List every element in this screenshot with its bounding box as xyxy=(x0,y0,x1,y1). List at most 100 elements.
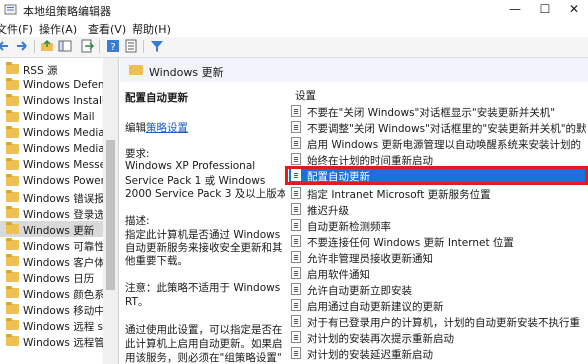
setting-item[interactable]: 不要调整"关闭 Windows"对话框里的"安装更新并关机"的默 xyxy=(289,120,588,135)
setting-item[interactable]: 不要连接任何 Windows 更新 Internet 位置 xyxy=(289,234,588,249)
toolbar-separator xyxy=(34,40,35,53)
policy-icon xyxy=(291,331,301,343)
toolbar-separator xyxy=(143,40,144,53)
setting-item[interactable]: 对计划的安装延迟重新启动 xyxy=(289,346,588,361)
tree-item[interactable]: RSS 源 xyxy=(0,61,103,77)
folder-icon xyxy=(6,142,19,154)
policy-icon xyxy=(291,235,301,247)
tree-item[interactable]: Windows 颜色系统 xyxy=(0,285,103,301)
folder-icon xyxy=(6,334,19,346)
tree-item[interactable]: Windows 客户体验 xyxy=(0,253,103,269)
setting-item[interactable]: 对于有已登录用户的计算机，计划的自动更新安装不执行重 xyxy=(289,314,588,329)
folder-icon xyxy=(6,62,19,74)
tree-item[interactable]: Windows 远程管理 xyxy=(0,333,103,349)
setting-item[interactable]: 启用软件通知 xyxy=(289,266,588,281)
usage-text: 用该服务，则必须在"组策略设置" xyxy=(125,352,282,364)
menu-help[interactable]: 帮助(H) xyxy=(132,21,171,37)
folder-icon xyxy=(6,286,19,298)
policy-icon xyxy=(291,203,301,215)
setting-item[interactable]: 自动更新检测频率 xyxy=(289,218,588,233)
back-icon[interactable] xyxy=(0,39,11,53)
menu-view[interactable]: 查看(V) xyxy=(88,21,126,37)
tree-item[interactable]: Windows 可靠性 xyxy=(0,237,103,253)
help-icon[interactable]: ? xyxy=(106,39,120,53)
usage-text: 此计算机上启用自动更新。如果启 xyxy=(125,338,283,350)
policy-icon xyxy=(291,121,301,133)
settings-column-header[interactable]: 设置 xyxy=(295,88,316,103)
settings-list[interactable]: 设置 不要在"关闭 Windows"对话框显示"安装更新并关机" 不要调整"关闭… xyxy=(285,82,588,364)
setting-item[interactable]: 允许自动更新立即安装 xyxy=(289,282,588,297)
title-bar: 本地组策略编辑器 — ☐ ✕ xyxy=(0,0,588,20)
tree-item[interactable]: Windows Media xyxy=(0,125,103,141)
up-folder-icon[interactable] xyxy=(40,39,54,53)
folder-icon xyxy=(6,238,19,250)
folder-icon xyxy=(6,78,19,90)
setting-item[interactable]: 启用 Windows 更新电源管理以自动唤醒系统来安装计划的 xyxy=(289,136,588,151)
path-header: Windows 更新 xyxy=(120,58,588,83)
tree-item[interactable]: Windows Messer xyxy=(0,157,103,173)
menu-action[interactable]: 操作(A) xyxy=(39,21,77,37)
requirements-label: 要求: xyxy=(125,148,150,160)
setting-item[interactable]: 始终在计划的时间重新启动 xyxy=(289,152,588,167)
folder-icon xyxy=(6,174,19,186)
description-text: 他重要下载。 xyxy=(125,255,188,267)
filter-icon[interactable] xyxy=(150,39,164,53)
tree-item[interactable]: Windows 登录选项 xyxy=(0,205,103,221)
setting-item[interactable]: 推迟升级 xyxy=(289,202,588,217)
description-pane: 配置自动更新 编辑策略设置 要求: Windows XP Professiona… xyxy=(120,82,285,364)
tree-item[interactable]: Windows 错误报告 xyxy=(0,189,103,205)
tree-item[interactable]: Windows Installe xyxy=(0,93,103,109)
tree-item[interactable]: Windows 远程 shell xyxy=(0,317,103,333)
scrollbar-thumb[interactable] xyxy=(106,140,115,290)
requirements-text: 2000 Service Pack 3 及以上版本 xyxy=(125,188,285,200)
policy-icon xyxy=(291,251,301,263)
folder-icon xyxy=(6,126,19,138)
toolbar: ? xyxy=(0,37,588,58)
requirements-text: Windows XP Professional xyxy=(125,160,256,172)
setting-item[interactable]: 不要在"关闭 Windows"对话框显示"安装更新并关机" xyxy=(289,104,588,119)
folder-icon xyxy=(6,94,19,106)
policy-icon xyxy=(291,283,301,295)
window-title: 本地组策略编辑器 xyxy=(23,5,111,18)
export-icon[interactable] xyxy=(80,39,94,53)
tree-item[interactable]: Windows 移动中心 xyxy=(0,301,103,317)
properties-icon[interactable] xyxy=(124,39,138,53)
minimize-button[interactable]: — xyxy=(500,0,530,19)
folder-icon xyxy=(6,190,19,202)
tree-item-windows-update[interactable]: Windows 更新 xyxy=(0,221,103,237)
folder-icon xyxy=(6,110,19,122)
policy-icon xyxy=(291,267,301,279)
tree-item[interactable]: Windows PowerS xyxy=(0,173,103,189)
folder-icon xyxy=(6,222,19,234)
policy-icon xyxy=(291,187,301,199)
tree-item[interactable]: Windows Defend xyxy=(0,77,103,93)
tree-item[interactable]: Windows Mail xyxy=(0,109,103,125)
policy-tree[interactable]: RSS 源 Windows Defend Windows Installe Wi… xyxy=(0,58,119,364)
path-title: Windows 更新 xyxy=(149,66,224,79)
folder-icon xyxy=(6,158,19,170)
setting-item[interactable]: 指定 Intranet Microsoft 更新服务位置 xyxy=(289,186,588,201)
folder-icon xyxy=(6,302,19,314)
close-button[interactable]: ✕ xyxy=(559,0,588,19)
usage-text: 通过使用此设置，可以指定是否在 xyxy=(125,324,283,336)
tree-item[interactable]: Windows 日历 xyxy=(0,269,103,285)
tree-item[interactable]: Windows Media xyxy=(0,141,103,157)
edit-policy-link[interactable]: 策略设置 xyxy=(146,122,188,134)
maximize-button[interactable]: ☐ xyxy=(530,0,560,19)
policy-icon xyxy=(291,219,301,231)
show-hide-tree-icon[interactable] xyxy=(58,39,72,53)
setting-item[interactable]: 对计划的安装再次提示重新启动 xyxy=(289,330,588,345)
setting-item[interactable]: 启用通过自动更新建议的更新 xyxy=(289,298,588,313)
folder-icon xyxy=(6,318,19,330)
svg-text:?: ? xyxy=(110,42,115,53)
description-label: 描述: xyxy=(125,215,150,227)
edit-policy-line: 编辑策略设置 xyxy=(125,122,188,134)
forward-icon[interactable] xyxy=(14,39,28,53)
setting-item[interactable]: 允许非管理员接收更新通知 xyxy=(289,250,588,265)
folder-icon xyxy=(6,254,19,266)
menu-file[interactable]: 文件(F) xyxy=(0,21,33,37)
folder-icon xyxy=(6,206,19,218)
toolbar-separator xyxy=(99,40,100,53)
tree-scrollbar[interactable] xyxy=(103,58,118,364)
note-text: RT。 xyxy=(125,296,149,308)
